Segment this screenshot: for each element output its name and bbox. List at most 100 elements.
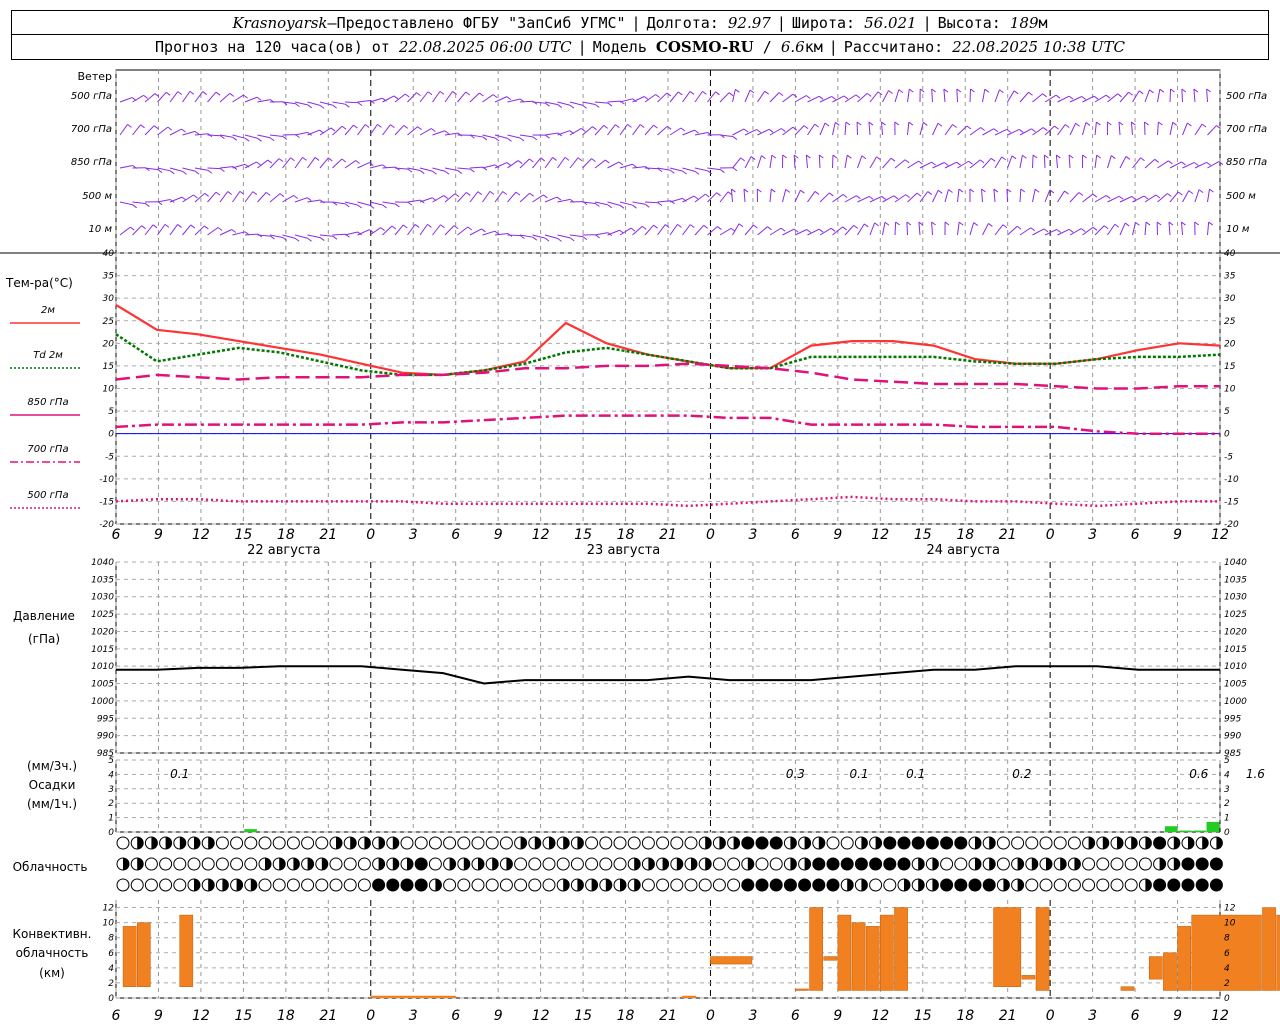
cloud-symbol [755, 878, 769, 892]
cloud-symbol [755, 836, 769, 850]
cloud-symbol [173, 857, 187, 871]
cloud-symbol [698, 878, 712, 892]
wind-title: Ветер [78, 70, 112, 83]
cloud-symbol [741, 836, 755, 850]
wind-barb-feather [980, 127, 985, 131]
wind-barb-feather [202, 91, 208, 95]
wind-barb-feather [689, 91, 695, 95]
wind-barb-feather [1158, 121, 1163, 126]
conv-xtick: 18 [956, 1008, 974, 1024]
wind-barb [1144, 158, 1156, 169]
prec-ytick-right: 2 [1224, 799, 1230, 809]
wind-barb-feather [377, 123, 382, 128]
wind-barb-feather [846, 154, 852, 159]
wind-barb [169, 167, 183, 172]
wind-barb-feather [143, 94, 148, 99]
temp-xtick: 18 [956, 527, 974, 543]
conv-xtick: 21 [319, 1008, 337, 1024]
conv-xtick: 3 [1088, 1008, 1097, 1024]
wind-barb-feather [856, 121, 862, 126]
wind-level-left: 10 м [89, 224, 113, 235]
wind-barb-feather [164, 223, 170, 228]
wind-barb-feather [803, 125, 809, 130]
pressure-title: Давление [13, 609, 75, 623]
wind-barb-feather [1110, 155, 1116, 159]
wind-barb-feather [557, 237, 562, 242]
cloud-symbol-half [1046, 858, 1052, 870]
wind-barb [457, 226, 469, 236]
conv-cloud-thin [682, 995, 697, 998]
wind-barb-feather [1170, 88, 1175, 93]
wind-barb-feather [293, 195, 299, 199]
wind-level-right: 700 гПа [1226, 124, 1267, 135]
wind-barb-feather [330, 127, 336, 132]
wind-barb-feather [327, 157, 333, 162]
wind-barb-feather [818, 228, 824, 233]
cloud-symbol-half [904, 879, 910, 891]
cloud-symbol [783, 878, 797, 892]
wind-barb-feather [702, 90, 707, 95]
cloud-symbol [940, 836, 954, 850]
cloud-symbol-half [932, 858, 939, 870]
wind-barb [1057, 124, 1066, 136]
wind-barb-feather [1145, 221, 1151, 226]
wind-barb [132, 201, 146, 205]
cloud-symbol-half [1202, 837, 1209, 849]
cloud-symbol [869, 878, 883, 892]
cloud-symbol [528, 857, 542, 871]
wind-barb-feather [944, 221, 950, 226]
temp-title: Тем-ра(°С) [5, 276, 73, 290]
wind-barb-feather [414, 224, 420, 228]
precip-bar [1164, 826, 1178, 832]
wind-barb-feather [481, 228, 486, 233]
wind-barb-feather [1209, 188, 1214, 193]
wind-barb-feather [1030, 227, 1036, 232]
wind-barb-feather [369, 229, 374, 234]
cloud-symbol [215, 836, 229, 850]
cloud-symbol-half [250, 879, 257, 891]
wind-barb-feather [895, 221, 900, 226]
wind-barb-feather [477, 191, 483, 196]
conv-ytick-right: 12 [1224, 904, 1236, 914]
pres-ytick-left: 1035 [91, 575, 114, 585]
conv-title-1: Конвективн. [13, 927, 92, 941]
wind-barb-feather [632, 163, 637, 168]
pres-ytick-left: 1015 [91, 645, 114, 655]
wind-barb-feather [270, 235, 275, 240]
conv-ytick-left: 6 [108, 949, 114, 959]
cloud-symbol [982, 878, 996, 892]
wind-barb [607, 100, 621, 103]
temp-ytick-right: 30 [1224, 294, 1236, 304]
wind-barb-feather [453, 225, 459, 230]
wind-barb [544, 157, 553, 169]
wind-barb [732, 128, 745, 136]
cloud-symbol [301, 878, 315, 892]
conv-ytick-right: 4 [1224, 964, 1230, 974]
wind-barb-feather [341, 125, 347, 130]
wind-barb-feather [380, 227, 385, 231]
prec-ytick-left: 4 [108, 770, 114, 780]
temp-xtick: 12 [532, 527, 550, 543]
temp-xtick: 3 [748, 527, 757, 543]
conv-ytick-left: 2 [108, 979, 114, 989]
cloud-symbol [471, 878, 485, 892]
wind-barb-feather [1155, 194, 1161, 199]
wind-barb-feather [452, 91, 457, 95]
wind-barb [932, 162, 945, 169]
wind-barb [757, 155, 762, 169]
cloud-symbol [443, 878, 457, 892]
precip-total: 0.1 [170, 767, 189, 781]
conv-xtick: 12 [192, 1008, 210, 1024]
wind-barb [782, 189, 787, 203]
cloud-symbol-half [208, 879, 215, 891]
wind-barb [507, 191, 517, 203]
wind-barb [244, 134, 258, 139]
cloud-symbol-half [790, 858, 797, 870]
temp-xtick: 12 [1211, 527, 1229, 543]
cloud-symbol [343, 878, 357, 892]
cloud-symbol [1025, 878, 1039, 892]
wind-barb [1069, 96, 1082, 103]
wind-barb-feather [529, 192, 534, 197]
cloud-symbol-half [378, 858, 385, 870]
wind-barb-feather [905, 194, 911, 199]
